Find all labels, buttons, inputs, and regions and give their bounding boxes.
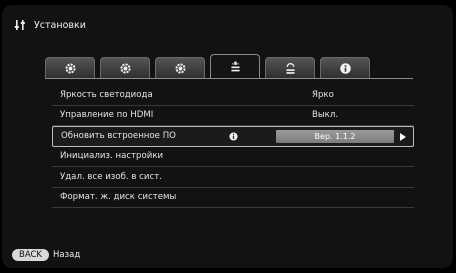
menu-item-format-system-disk[interactable]: Формат. ж. диск системы xyxy=(52,188,414,208)
gear-icon xyxy=(64,62,76,74)
tab-divider xyxy=(45,78,413,79)
settings-tuning-icon xyxy=(14,20,25,30)
tab-connection[interactable] xyxy=(265,57,315,78)
menu-item-firmware-update[interactable]: Обновить встроенное ПО Вер. 1.1.2 xyxy=(52,126,414,147)
tab-bar xyxy=(45,54,370,78)
page-title: Установки xyxy=(34,19,86,31)
arrow-right-icon[interactable] xyxy=(400,133,406,141)
menu-item-value: Ярко xyxy=(312,89,334,100)
menu-item-led-brightness[interactable]: Яркость светодиода Ярко xyxy=(52,85,414,106)
gear-icon xyxy=(119,62,131,74)
menu-item-label: Управление по HDMI xyxy=(60,110,154,121)
menu-item-value: Выкл. xyxy=(312,110,339,121)
firmware-version-field[interactable]: Вер. 1.1.2 xyxy=(276,130,394,143)
settings-tools-icon xyxy=(230,61,240,72)
tab-settings-2[interactable] xyxy=(100,57,150,78)
menu-item-label: Удал. все изоб. в сист. xyxy=(60,171,162,182)
menu-item-initialize-settings[interactable]: Инициализ. настройки xyxy=(52,147,414,167)
menu-item-delete-all-images[interactable]: Удал. все изоб. в сист. xyxy=(52,167,414,188)
tab-settings-tools[interactable] xyxy=(210,54,260,78)
screen: Установки Яркость светодиода Ярко Управл… xyxy=(0,0,456,273)
page-header: Установки xyxy=(14,18,86,32)
tab-settings-1[interactable] xyxy=(45,57,95,78)
tab-info[interactable] xyxy=(320,57,370,78)
tab-settings-3[interactable] xyxy=(155,57,205,78)
menu-item-label: Обновить встроенное ПО xyxy=(61,131,176,142)
info-icon xyxy=(229,132,238,141)
info-icon xyxy=(339,62,351,74)
menu-item-label: Яркость светодиода xyxy=(60,89,153,100)
settings-menu: Яркость светодиода Ярко Управление по HD… xyxy=(52,85,414,208)
back-button[interactable]: BACK xyxy=(12,249,50,261)
connection-icon xyxy=(285,62,295,74)
menu-item-label: Формат. ж. диск системы xyxy=(60,192,177,203)
gear-icon xyxy=(174,62,186,74)
footer-hint: BACK Назад xyxy=(12,249,80,261)
back-label: Назад xyxy=(53,250,81,260)
menu-item-label: Инициализ. настройки xyxy=(60,151,164,162)
menu-item-hdmi-control[interactable]: Управление по HDMI Выкл. xyxy=(52,106,414,126)
